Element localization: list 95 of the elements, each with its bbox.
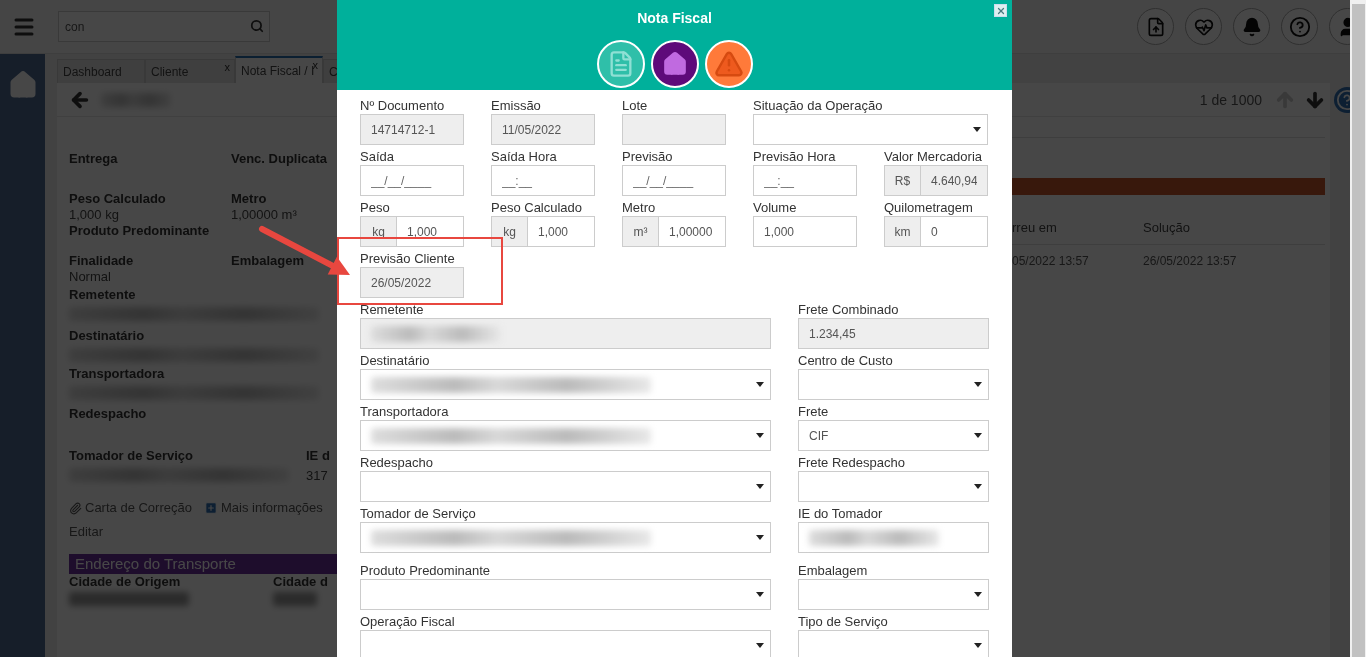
input-field[interactable]: 26/05/2022 xyxy=(360,267,464,298)
unit-label: km xyxy=(884,216,920,247)
field-label: Operação Fiscal xyxy=(360,614,456,629)
field-label: Remetente xyxy=(360,302,425,317)
modal-title: Nota Fiscal xyxy=(637,10,712,26)
detail-label: Remetente xyxy=(69,287,137,303)
field-label: Transportadora xyxy=(360,404,450,419)
field-label: Frete Redespacho xyxy=(798,455,906,470)
detail-label: Tomador de Serviço xyxy=(69,448,194,464)
caret-icon xyxy=(974,433,982,438)
select-field[interactable] xyxy=(360,522,771,553)
input-field[interactable]: __:__ xyxy=(753,165,857,196)
field-label: Nº Documento xyxy=(360,98,446,113)
detail-label: Metro xyxy=(231,191,268,207)
warning-icon[interactable] xyxy=(704,40,753,88)
select-field[interactable] xyxy=(798,579,989,610)
field-label: Emissão xyxy=(491,98,542,113)
caret-icon xyxy=(756,484,764,489)
field-label: Peso Calculado xyxy=(491,200,584,215)
input-field[interactable] xyxy=(622,114,726,145)
input-field[interactable]: __/__/____ xyxy=(360,165,464,196)
detail-label: Finalidade xyxy=(69,253,135,269)
detail-label: Entrega xyxy=(69,151,119,167)
detail-label: Cidade d xyxy=(273,574,329,590)
caret-icon xyxy=(756,433,764,438)
field-label: Quilometragem xyxy=(884,200,974,215)
caret-icon xyxy=(756,535,764,540)
input-field[interactable]: 0 xyxy=(920,216,988,247)
field-label: Valor Mercadoria xyxy=(884,149,984,164)
field-label: Saída xyxy=(360,149,395,164)
caret-icon xyxy=(974,484,982,489)
input-field[interactable]: 1.234,45 xyxy=(798,318,989,349)
input-field[interactable]: 1,000 xyxy=(753,216,857,247)
field-label: Embalagem xyxy=(798,563,869,578)
unit-label: kg xyxy=(491,216,527,247)
select-field[interactable] xyxy=(360,579,771,610)
detail-label: Venc. Duplicata xyxy=(231,151,329,167)
select-field[interactable] xyxy=(798,471,989,502)
unit-label: m³ xyxy=(622,216,658,247)
select-field[interactable]: CIF xyxy=(798,420,989,451)
field-label: Volume xyxy=(753,200,798,215)
select-field[interactable] xyxy=(753,114,988,145)
field-label: IE do Tomador xyxy=(798,506,884,521)
field-label: Previsão xyxy=(622,149,674,164)
scrollbar[interactable] xyxy=(1350,0,1366,657)
field-label: Redespacho xyxy=(360,455,434,470)
field-label: Produto Predominante xyxy=(360,563,492,578)
select-field[interactable] xyxy=(360,420,771,451)
field-label: Frete Combinado xyxy=(798,302,900,317)
field-label: Frete xyxy=(798,404,830,419)
input-field[interactable]: 4.640,94 xyxy=(920,165,988,196)
caret-icon xyxy=(756,643,764,648)
field-label: Peso xyxy=(360,200,391,215)
home-icon[interactable] xyxy=(650,40,699,88)
unit-label: R$ xyxy=(884,165,920,196)
input-field[interactable]: __:__ xyxy=(491,165,595,196)
detail-label: Transportadora xyxy=(69,366,166,382)
select-field[interactable] xyxy=(360,471,771,502)
caret-icon xyxy=(756,592,764,597)
input-field[interactable]: 1,00000 xyxy=(658,216,726,247)
input-field[interactable] xyxy=(798,522,989,553)
detail-label: Redespacho xyxy=(69,406,148,422)
detail-label: Embalagem xyxy=(231,253,305,269)
field-label: Destinatário xyxy=(360,353,431,368)
input-field[interactable] xyxy=(360,318,771,349)
document-icon[interactable] xyxy=(596,40,645,88)
select-field[interactable] xyxy=(360,630,771,657)
detail-label: Peso Calculado xyxy=(69,191,167,207)
field-label: Metro xyxy=(622,200,657,215)
field-label: Tomador de Serviço xyxy=(360,506,477,521)
input-field[interactable]: 1,000 xyxy=(396,216,464,247)
caret-icon xyxy=(973,127,981,132)
input-field[interactable]: __/__/____ xyxy=(622,165,726,196)
field-label: Tipo de Serviço xyxy=(798,614,889,629)
caret-icon xyxy=(974,592,982,597)
field-label: Previsão Hora xyxy=(753,149,837,164)
input-field[interactable]: 11/05/2022 xyxy=(491,114,595,145)
field-label: Situação da Operação xyxy=(753,98,884,113)
detail-label: Produto Predominante xyxy=(69,223,211,239)
select-field[interactable] xyxy=(798,630,989,657)
close-button[interactable] xyxy=(994,4,1007,17)
detail-label: Cidade de Origem xyxy=(69,574,182,590)
input-field[interactable]: 1,000 xyxy=(527,216,595,247)
select-field[interactable] xyxy=(798,369,989,400)
field-label: Centro de Custo xyxy=(798,353,894,368)
detail-label: IE d xyxy=(306,448,331,464)
caret-icon xyxy=(756,382,764,387)
input-field[interactable]: 14714712-1 xyxy=(360,114,464,145)
caret-icon xyxy=(974,382,982,387)
caret-icon xyxy=(974,643,982,648)
field-label: Lote xyxy=(622,98,649,113)
field-label: Saída Hora xyxy=(491,149,558,164)
field-label: Previsão Cliente xyxy=(360,251,456,266)
select-field[interactable] xyxy=(360,369,771,400)
detail-label: Destinatário xyxy=(69,328,146,344)
